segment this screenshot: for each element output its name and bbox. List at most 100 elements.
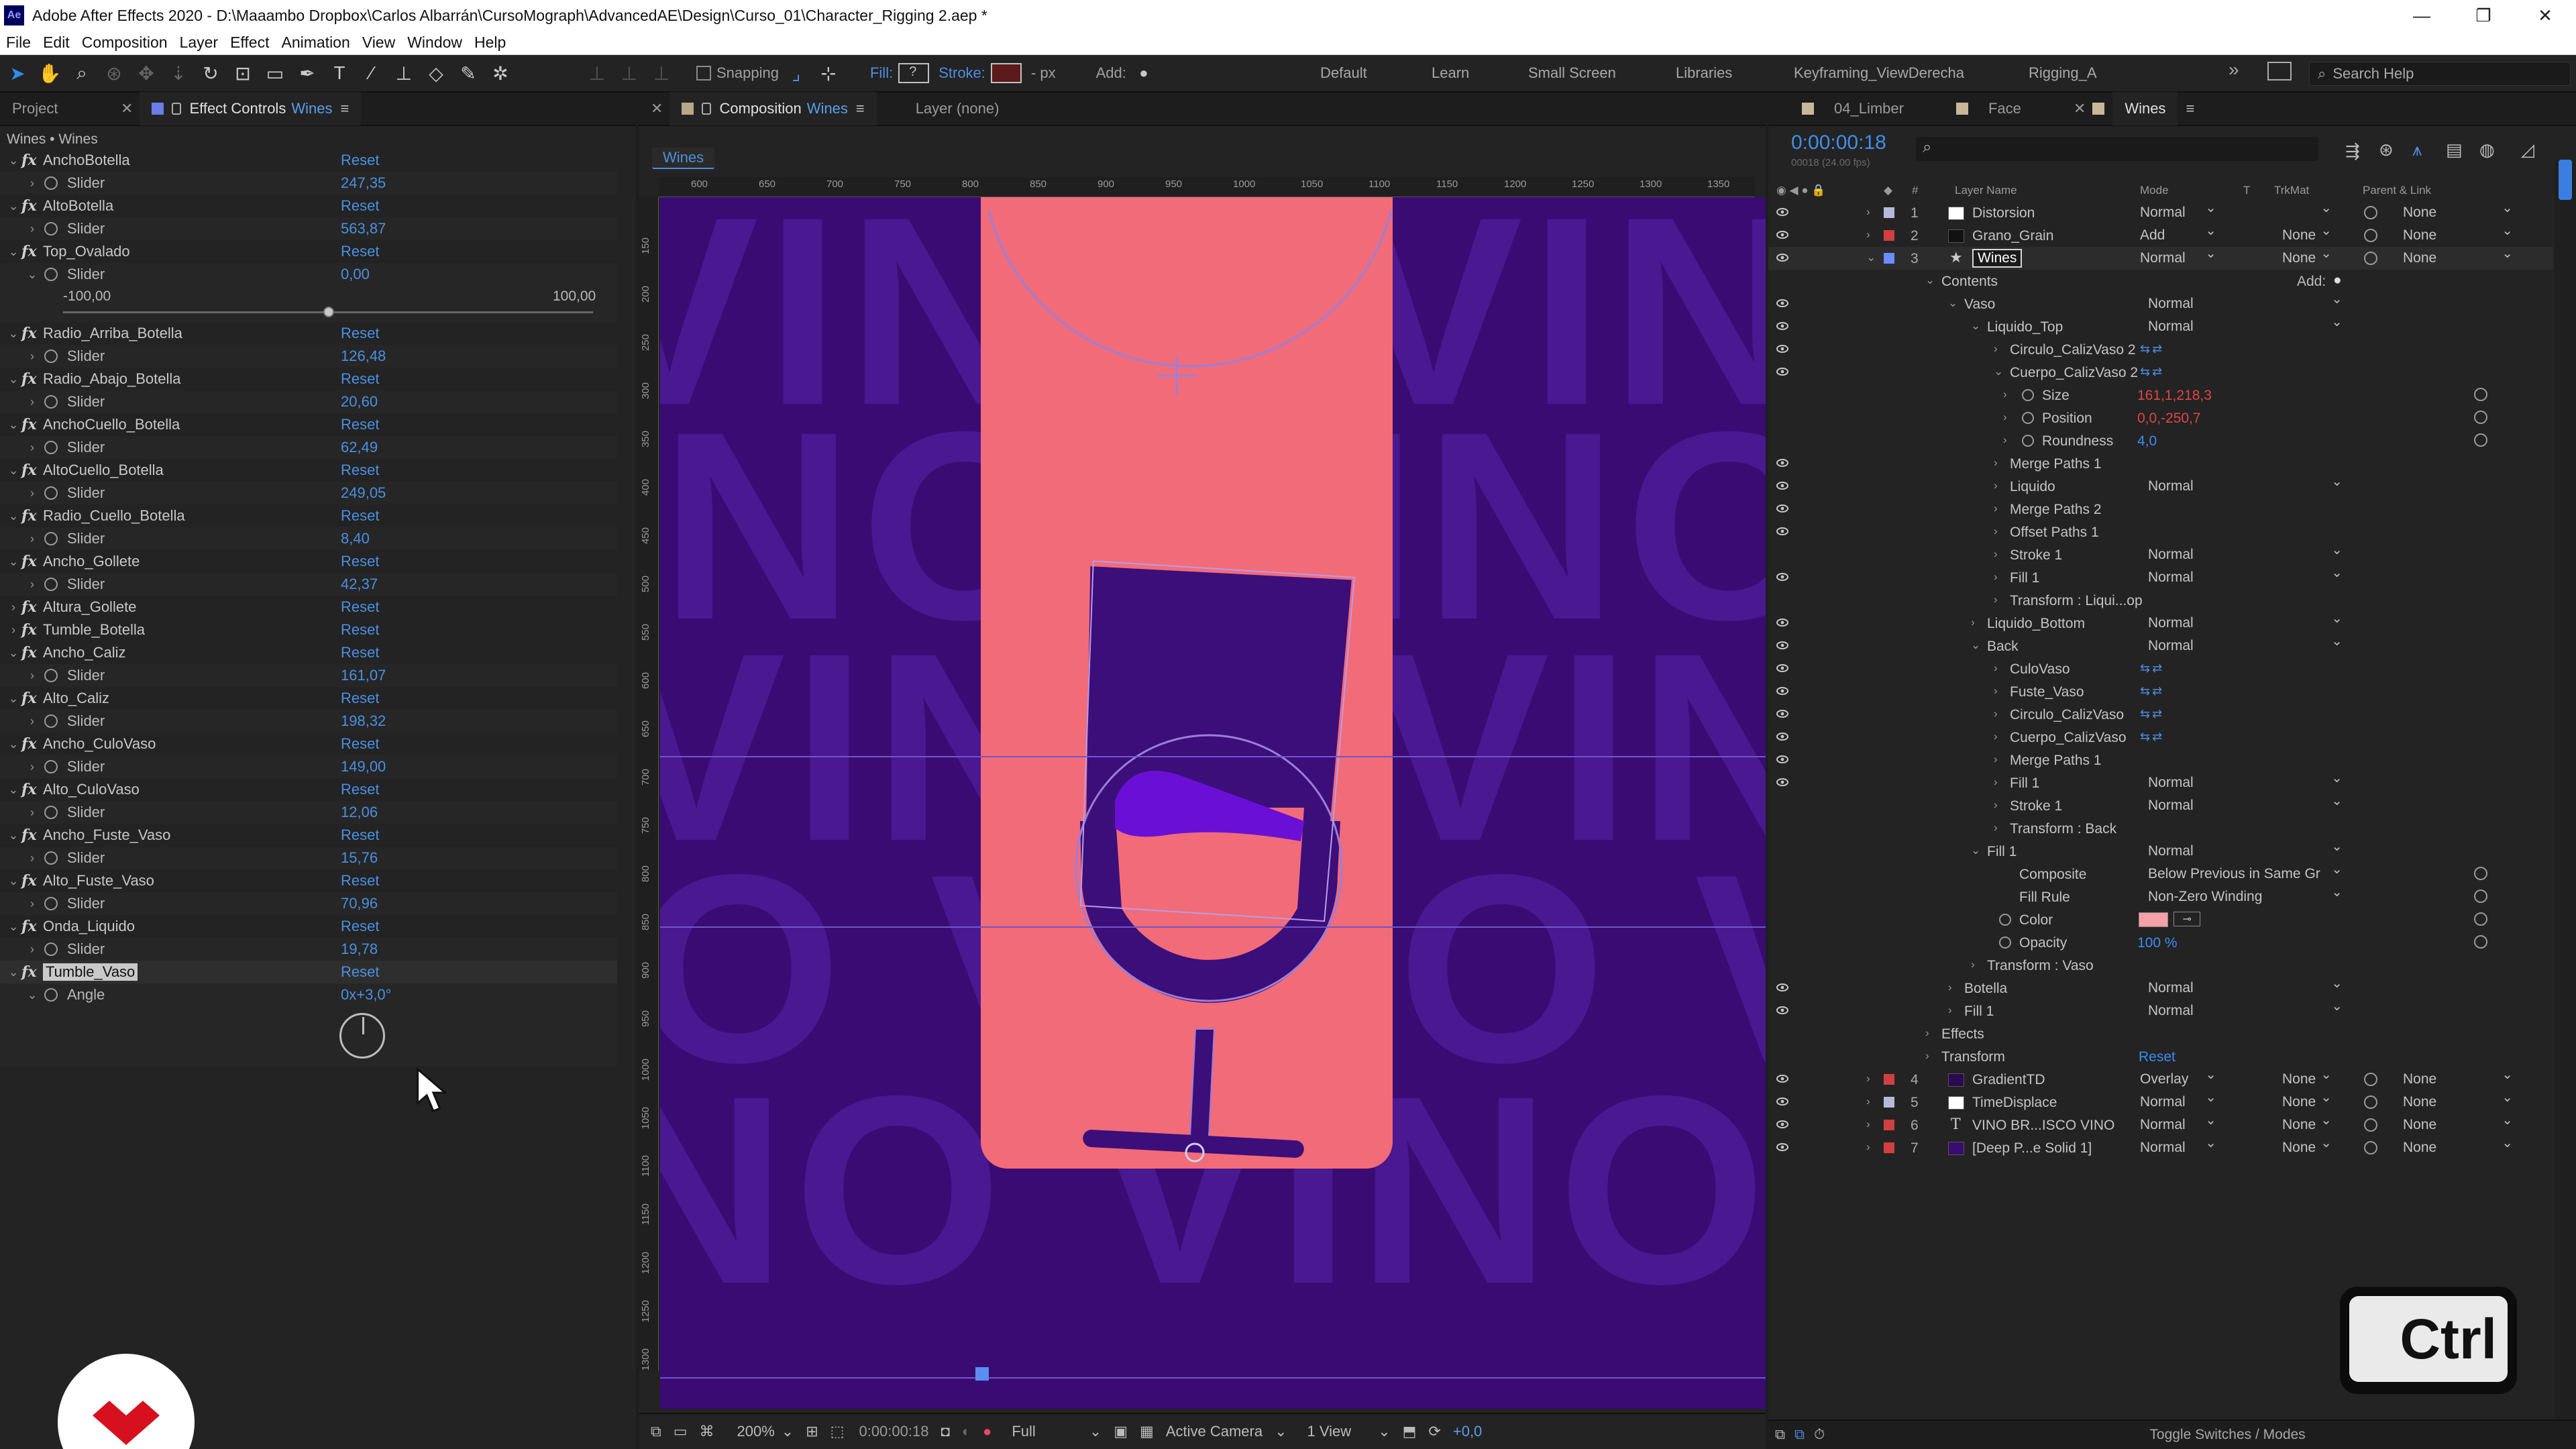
chevron-down-icon[interactable]: ⌄	[5, 555, 21, 569]
reset-button[interactable]: Reset	[341, 872, 379, 890]
expression-pickwhip-icon[interactable]	[2474, 411, 2487, 424]
chevron-right-icon[interactable]: ›	[24, 851, 40, 865]
layer-name[interactable]: [Deep P...e Solid 1]	[1972, 1140, 2092, 1157]
reset-button[interactable]: Reset	[341, 963, 379, 981]
reset-button[interactable]: Reset	[341, 621, 379, 639]
fx-icon[interactable]: fx	[21, 963, 43, 981]
fx-icon[interactable]: fx	[21, 416, 43, 433]
chevron-right-icon[interactable]: ›	[1994, 821, 1998, 835]
slider-value[interactable]: 249,05	[341, 484, 386, 502]
menu-view[interactable]: View	[356, 34, 401, 52]
twirl-icon[interactable]: ›	[1866, 1095, 1870, 1108]
property-row[interactable]: ⌄ Back Normal	[1768, 633, 2553, 657]
roto-brush-tool-icon[interactable]: ✎	[453, 58, 483, 88]
slider-value[interactable]: 161,07	[341, 667, 386, 684]
effect-row[interactable]: ⌄ fx Tumble_Vaso Reset	[0, 961, 617, 983]
chevron-right-icon[interactable]: ›	[24, 806, 40, 820]
stopwatch-icon[interactable]	[2022, 389, 2034, 401]
layer-name[interactable]: Wines	[1972, 249, 2023, 268]
layer-row[interactable]: › 1 Distorsion Normal None	[1768, 199, 2553, 224]
workspace-rigging[interactable]: Rigging_A	[2029, 64, 2097, 82]
stopwatch-icon[interactable]	[44, 714, 58, 728]
property-row[interactable]: › Size 161,1,218,3	[1768, 384, 2553, 407]
tab-composition-link[interactable]: Wines	[807, 100, 848, 117]
path-switch-icon[interactable]: ⇆⇄	[2140, 684, 2164, 698]
chevron-right-icon[interactable]: ›	[1994, 342, 1998, 356]
pick-whip-icon[interactable]	[2364, 252, 2377, 265]
orbit-camera-icon[interactable]: ⊛	[99, 58, 129, 88]
effect-row[interactable]: ⌄ fx Ancho_CuloVaso Reset	[0, 733, 617, 755]
reset-button[interactable]: Reset	[341, 553, 379, 570]
monitor-icon[interactable]: ▭	[674, 1423, 688, 1440]
stopwatch-icon[interactable]	[2022, 412, 2034, 424]
property-value[interactable]: 100 %	[2137, 935, 2178, 951]
property-row[interactable]: › CuloVaso ⇆⇄	[1768, 657, 2553, 680]
property-row[interactable]: › Roundness 4,0	[1768, 429, 2553, 452]
property-mode-dropdown[interactable]: Normal	[2144, 610, 2345, 633]
expression-pickwhip-icon[interactable]	[2474, 890, 2487, 903]
chevron-right-icon[interactable]: ›	[24, 176, 40, 191]
close-icon[interactable]: ✕	[2074, 100, 2086, 117]
layer-name[interactable]: Grano_Grain	[1972, 228, 2053, 244]
chevron-right-icon[interactable]: ›	[1948, 1004, 1952, 1017]
fx-icon[interactable]: fx	[21, 325, 43, 342]
motion-blur-icon[interactable]: ◍	[2479, 140, 2495, 160]
snapshot-icon[interactable]: ◘	[941, 1423, 949, 1440]
path-switch-icon[interactable]: ⇆⇄	[2140, 342, 2164, 356]
fx-icon[interactable]: fx	[21, 826, 43, 844]
effect-row[interactable]: ⌄ fx Alto_Fuste_Vaso Reset	[0, 869, 617, 892]
property-mode-dropdown[interactable]: Normal	[2144, 769, 2345, 792]
chevron-down-icon[interactable]: ⌄	[5, 828, 21, 843]
comp-settings-icon[interactable]: ⧉	[1775, 1427, 1785, 1443]
exposure-value[interactable]: +0,0	[1453, 1423, 1482, 1440]
stroke-width-value[interactable]: - px	[1031, 64, 1056, 82]
snapping-checkbox[interactable]	[696, 66, 711, 80]
reset-button[interactable]: Reset	[341, 325, 379, 342]
chevron-right-icon[interactable]: ›	[1994, 547, 1998, 561]
reset-button[interactable]: Reset	[341, 416, 379, 433]
layer-label-color[interactable]	[1884, 253, 1894, 264]
path-switch-icon[interactable]: ⇆⇄	[2140, 707, 2164, 721]
fx-icon[interactable]: fx	[21, 621, 43, 639]
layer-label-color[interactable]	[1884, 207, 1894, 218]
blend-mode-dropdown[interactable]: Normal	[2136, 1112, 2219, 1134]
current-time-display[interactable]: 0:00:00:18	[859, 1423, 928, 1440]
stopwatch-icon[interactable]	[44, 486, 58, 500]
effect-row[interactable]: ⌄ fx Ancho_Caliz Reset	[0, 641, 617, 664]
chevron-down-icon[interactable]: ⌄	[24, 268, 40, 282]
eye-visibility-icon[interactable]	[1776, 755, 1788, 764]
eye-visibility-icon[interactable]	[1776, 572, 1788, 582]
chevron-right-icon[interactable]: ›	[1994, 730, 1998, 743]
effect-row[interactable]: ⌄ fx AnchoCuello_Botella Reset	[0, 413, 617, 436]
rectangle-tool-icon[interactable]: ▭	[260, 58, 290, 88]
chevron-down-icon[interactable]: ⌄	[1925, 274, 1935, 287]
fx-icon[interactable]: fx	[21, 507, 43, 525]
eye-visibility-icon[interactable]	[1776, 504, 1788, 513]
panel-menu-icon[interactable]: ≡	[2186, 100, 2194, 117]
mask-visibility-icon[interactable]: ⌘	[700, 1423, 714, 1440]
eye-visibility-icon[interactable]	[1776, 983, 1788, 992]
layer-label-color[interactable]	[1884, 230, 1894, 241]
slider-value[interactable]: 12,06	[341, 804, 378, 821]
fx-icon[interactable]: fx	[21, 781, 43, 798]
reset-button[interactable]: Reset	[341, 243, 379, 260]
eye-visibility-icon[interactable]	[1776, 253, 1788, 262]
reset-button[interactable]: Reset	[341, 918, 379, 935]
panel-menu-icon[interactable]: ≡	[856, 100, 865, 117]
twirl-icon[interactable]: ›	[1866, 1140, 1870, 1154]
menu-file[interactable]: File	[0, 34, 37, 52]
puppet-pin-tool-icon[interactable]: ✲	[486, 58, 515, 88]
brush-tool-icon[interactable]: ⁄	[357, 58, 386, 88]
layer-label-color[interactable]	[1884, 1120, 1894, 1130]
effect-row[interactable]: ⌄ fx Ancho_Fuste_Vaso Reset	[0, 824, 617, 847]
tab-project[interactable]: Project	[0, 92, 121, 125]
fx-icon[interactable]: fx	[21, 735, 43, 753]
render-time-icon[interactable]: ⏱	[1814, 1427, 1825, 1443]
slider-value[interactable]: 0,00	[341, 266, 370, 283]
eraser-tool-icon[interactable]: ◇	[421, 58, 451, 88]
property-row[interactable]: ⌄ Vaso Normal	[1768, 290, 2553, 315]
path-switch-icon[interactable]: ⇆⇄	[2140, 730, 2164, 744]
reset-button[interactable]: Reset	[341, 370, 379, 388]
property-value[interactable]: 0,0,-250,7	[2137, 411, 2201, 427]
show-snapshot-icon[interactable]: ◐	[962, 1423, 971, 1440]
